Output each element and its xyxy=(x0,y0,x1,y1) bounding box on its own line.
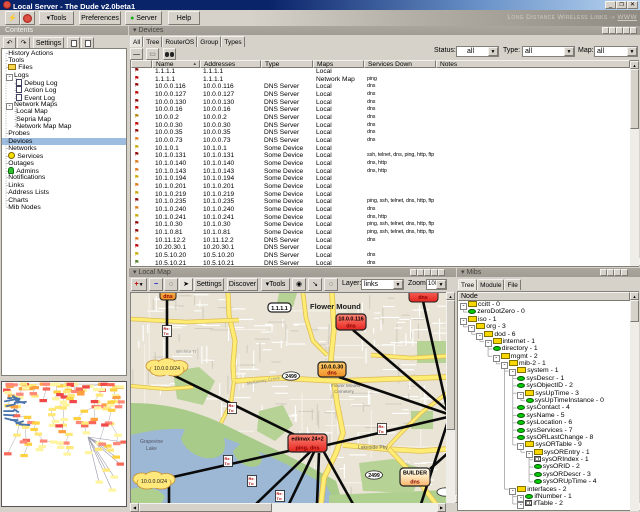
svg-text:Rx:: Rx: xyxy=(164,327,170,331)
svg-text:Tx:: Tx: xyxy=(225,462,231,466)
svg-text:Rx:: Rx: xyxy=(277,492,283,496)
svg-text:Tx:: Tx: xyxy=(277,497,283,501)
svg-text:dns: dns xyxy=(410,480,420,486)
svg-text:Rx:: Rx: xyxy=(225,457,231,461)
svg-text:dns: dns xyxy=(418,295,428,301)
svg-text:Tx:: Tx: xyxy=(164,332,170,336)
svg-text:BUILDER: BUILDER xyxy=(403,471,427,477)
svg-text:2499: 2499 xyxy=(368,473,380,479)
svg-text:Tx:: Tx: xyxy=(379,430,385,434)
svg-text:Tx:: Tx: xyxy=(249,482,255,486)
svg-text:2499: 2499 xyxy=(285,374,297,380)
svg-text:10.0.0.0/24: 10.0.0.0/24 xyxy=(141,479,167,485)
svg-text:Rx:: Rx: xyxy=(229,404,235,408)
svg-text:Grapevine: Grapevine xyxy=(140,439,163,445)
svg-text:10.0.0.0/24: 10.0.0.0/24 xyxy=(154,366,180,372)
svg-text:1.1.1.1: 1.1.1.1 xyxy=(271,306,288,312)
svg-text:Wichita Tr: Wichita Tr xyxy=(176,349,197,354)
svg-text:Tx:: Tx: xyxy=(229,409,235,413)
svg-text:dns: dns xyxy=(163,294,173,300)
svg-text:edimax 24+2: edimax 24+2 xyxy=(291,437,323,443)
svg-text:Flower Mound: Flower Mound xyxy=(310,302,361,311)
svg-text:dns: dns xyxy=(327,371,337,377)
svg-text:Lakeside Pky: Lakeside Pky xyxy=(358,445,388,451)
svg-text:10.0.0.116: 10.0.0.116 xyxy=(338,317,363,323)
svg-text:dns: dns xyxy=(346,324,356,330)
svg-text:Rx:: Rx: xyxy=(249,477,255,481)
svg-text:Cemetery: Cemetery xyxy=(334,389,355,394)
svg-text:ping, dns: ping, dns xyxy=(296,446,320,452)
svg-text:Rx:: Rx: xyxy=(379,425,385,429)
svg-text:Lake: Lake xyxy=(146,446,157,452)
